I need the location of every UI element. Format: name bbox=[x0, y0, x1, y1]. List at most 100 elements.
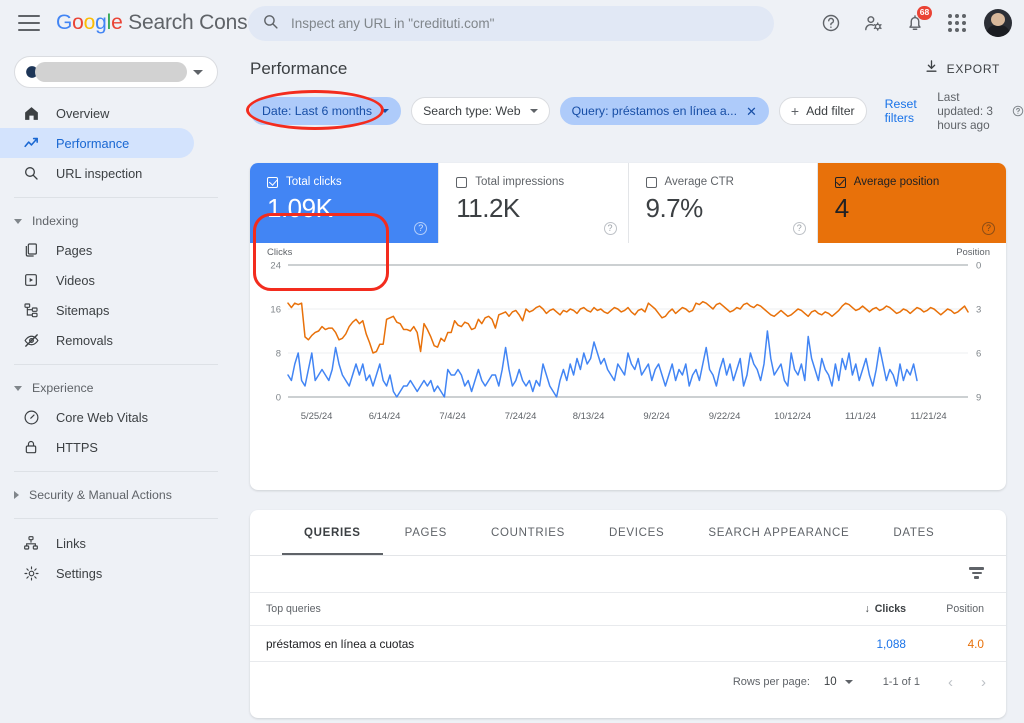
metrics-row: Total clicks 1.09K ? Total impressions 1… bbox=[250, 163, 1006, 243]
sidebar-group-experience[interactable]: Experience bbox=[0, 374, 232, 402]
checkbox-icon[interactable] bbox=[645, 176, 657, 188]
help-circle-icon[interactable]: ? bbox=[603, 222, 617, 235]
checkbox-icon[interactable] bbox=[456, 176, 468, 188]
sidebar-item-settings[interactable]: Settings bbox=[0, 558, 194, 588]
sidebar-item-videos[interactable]: Videos bbox=[0, 265, 194, 295]
metric-average-position[interactable]: Average position 4 ? bbox=[817, 163, 1006, 243]
sidebar-item-overview[interactable]: Overview bbox=[0, 98, 194, 128]
cell-position: 4.0 bbox=[967, 636, 984, 651]
metric-label: Total impressions bbox=[475, 176, 565, 188]
metric-value: 4 bbox=[834, 193, 849, 223]
page-header: Performance EXPORT bbox=[232, 46, 1024, 92]
sidebar-item-https[interactable]: HTTPS bbox=[0, 432, 194, 462]
rows-per-page-select[interactable]: 10 bbox=[824, 676, 853, 688]
metric-value: 9.7% bbox=[645, 193, 704, 223]
sidebar-item-label: Settings bbox=[56, 565, 103, 581]
logo-letter-o2: o bbox=[83, 11, 96, 34]
sidebar-item-pages[interactable]: Pages bbox=[0, 235, 194, 265]
sidebar-group-security-manual-actions[interactable]: Security & Manual Actions bbox=[0, 481, 232, 509]
svg-text:7/4/24: 7/4/24 bbox=[439, 411, 465, 422]
sidebar-item-url-inspection[interactable]: URL inspection bbox=[0, 158, 194, 188]
tab-countries[interactable]: COUNTRIES bbox=[469, 510, 587, 555]
metric-total-clicks[interactable]: Total clicks 1.09K ? bbox=[250, 163, 440, 243]
reset-filters-button[interactable]: Reset filters bbox=[885, 97, 922, 125]
sidebar-group-label: Indexing bbox=[32, 214, 79, 228]
sidebar-group-indexing[interactable]: Indexing bbox=[0, 207, 232, 235]
trending-up-icon bbox=[22, 134, 40, 152]
sidebar-item-performance[interactable]: Performance bbox=[0, 128, 194, 158]
sitemap-icon bbox=[22, 301, 40, 319]
logo-letter-o1: o bbox=[72, 11, 84, 34]
chevron-left-icon[interactable]: ‹ bbox=[948, 674, 953, 691]
metric-average-ctr[interactable]: Average CTR 9.7% ? bbox=[629, 163, 818, 243]
help-circle-icon[interactable]: ? bbox=[414, 222, 428, 235]
hamburger-menu-icon[interactable] bbox=[18, 15, 40, 31]
apps-grid-icon[interactable] bbox=[940, 6, 974, 40]
logo-letter-G: G bbox=[56, 11, 73, 34]
table-row[interactable]: préstamos en línea a cuotas 1,088 4.0 bbox=[250, 626, 1006, 662]
checkbox-icon[interactable] bbox=[267, 176, 278, 188]
metric-label: Average CTR bbox=[664, 176, 734, 188]
filter-chip-query[interactable]: Query: préstamos en línea a... ✕ bbox=[559, 97, 769, 125]
help-circle-icon[interactable]: ? bbox=[792, 222, 806, 235]
page-title: Performance bbox=[250, 59, 348, 78]
last-updated-label: Last updated: 3 hours ago bbox=[937, 90, 993, 132]
filter-chip-date[interactable]: Date: Last 6 months bbox=[250, 97, 402, 125]
tab-devices[interactable]: DEVICES bbox=[587, 510, 686, 555]
sidebar-divider bbox=[14, 518, 218, 519]
column-header-clicks-label: Clicks bbox=[874, 603, 906, 615]
svg-text:3: 3 bbox=[976, 304, 981, 315]
sidebar-item-label: URL inspection bbox=[56, 165, 143, 181]
download-icon bbox=[924, 59, 939, 79]
table-header-row: Top queries ↓ Clicks Position bbox=[250, 593, 1006, 626]
sidebar-item-label: Overview bbox=[56, 105, 110, 121]
sidebar: Overview Performance URL inspection Inde… bbox=[0, 46, 232, 723]
tab-dates[interactable]: DATES bbox=[871, 510, 956, 555]
sidebar-item-label: Sitemaps bbox=[56, 302, 110, 318]
tab-pages[interactable]: PAGES bbox=[383, 510, 469, 555]
video-icon bbox=[22, 271, 40, 289]
svg-text:9/2/24: 9/2/24 bbox=[643, 411, 669, 422]
performance-card: Total clicks 1.09K ? Total impressions 1… bbox=[250, 163, 1006, 490]
column-header-position[interactable]: Position bbox=[906, 603, 984, 615]
property-selector[interactable] bbox=[14, 56, 218, 88]
url-inspection-searchbar[interactable] bbox=[248, 6, 774, 41]
column-header-top-queries[interactable]: Top queries bbox=[266, 603, 814, 615]
chevron-right-icon[interactable]: › bbox=[981, 674, 986, 691]
svg-text:10/12/24: 10/12/24 bbox=[774, 411, 811, 422]
svg-text:6/14/24: 6/14/24 bbox=[369, 411, 401, 422]
main-content: Performance EXPORT Date: Last 6 months S… bbox=[232, 46, 1024, 723]
search-input[interactable] bbox=[291, 13, 731, 34]
filter-funnel-icon[interactable] bbox=[969, 567, 984, 581]
account-settings-icon[interactable] bbox=[856, 6, 890, 40]
dimension-tabs: QUERIES PAGES COUNTRIES DEVICES SEARCH A… bbox=[250, 510, 1006, 556]
help-circle-icon[interactable] bbox=[1012, 105, 1024, 117]
help-circle-icon[interactable]: ? bbox=[982, 222, 995, 235]
metric-average-ctr-header: Average CTR bbox=[645, 176, 817, 188]
sidebar-item-removals[interactable]: Removals bbox=[0, 325, 194, 355]
last-updated-status: Last updated: 3 hours ago bbox=[937, 90, 1024, 132]
chevron-down-icon bbox=[844, 680, 853, 684]
export-button[interactable]: EXPORT bbox=[924, 59, 1000, 79]
sidebar-item-links[interactable]: Links bbox=[0, 528, 194, 558]
help-circle-icon[interactable] bbox=[814, 6, 848, 40]
sidebar-item-sitemaps[interactable]: Sitemaps bbox=[0, 295, 194, 325]
metric-label: Average position bbox=[853, 176, 940, 188]
metric-total-impressions[interactable]: Total impressions 11.2K ? bbox=[439, 163, 629, 243]
sidebar-item-core-web-vitals[interactable]: Core Web Vitals bbox=[0, 402, 194, 432]
notifications-bell-icon[interactable]: 68 bbox=[898, 6, 932, 40]
cell-query: préstamos en línea a cuotas bbox=[266, 636, 415, 651]
gear-icon bbox=[22, 564, 40, 582]
filter-chip-search-type[interactable]: Search type: Web bbox=[411, 97, 550, 125]
avatar[interactable] bbox=[984, 9, 1012, 37]
tab-label: DEVICES bbox=[608, 526, 665, 539]
tab-search-appearance[interactable]: SEARCH APPEARANCE bbox=[686, 510, 871, 555]
svg-text:16: 16 bbox=[270, 304, 281, 315]
tab-queries[interactable]: QUERIES bbox=[282, 510, 383, 555]
add-filter-button[interactable]: + Add filter bbox=[778, 97, 867, 125]
svg-text:6: 6 bbox=[976, 348, 981, 359]
checkbox-icon[interactable] bbox=[834, 176, 846, 188]
column-header-clicks[interactable]: ↓ Clicks bbox=[814, 603, 906, 615]
home-icon bbox=[22, 104, 40, 122]
close-icon[interactable]: ✕ bbox=[746, 105, 757, 118]
